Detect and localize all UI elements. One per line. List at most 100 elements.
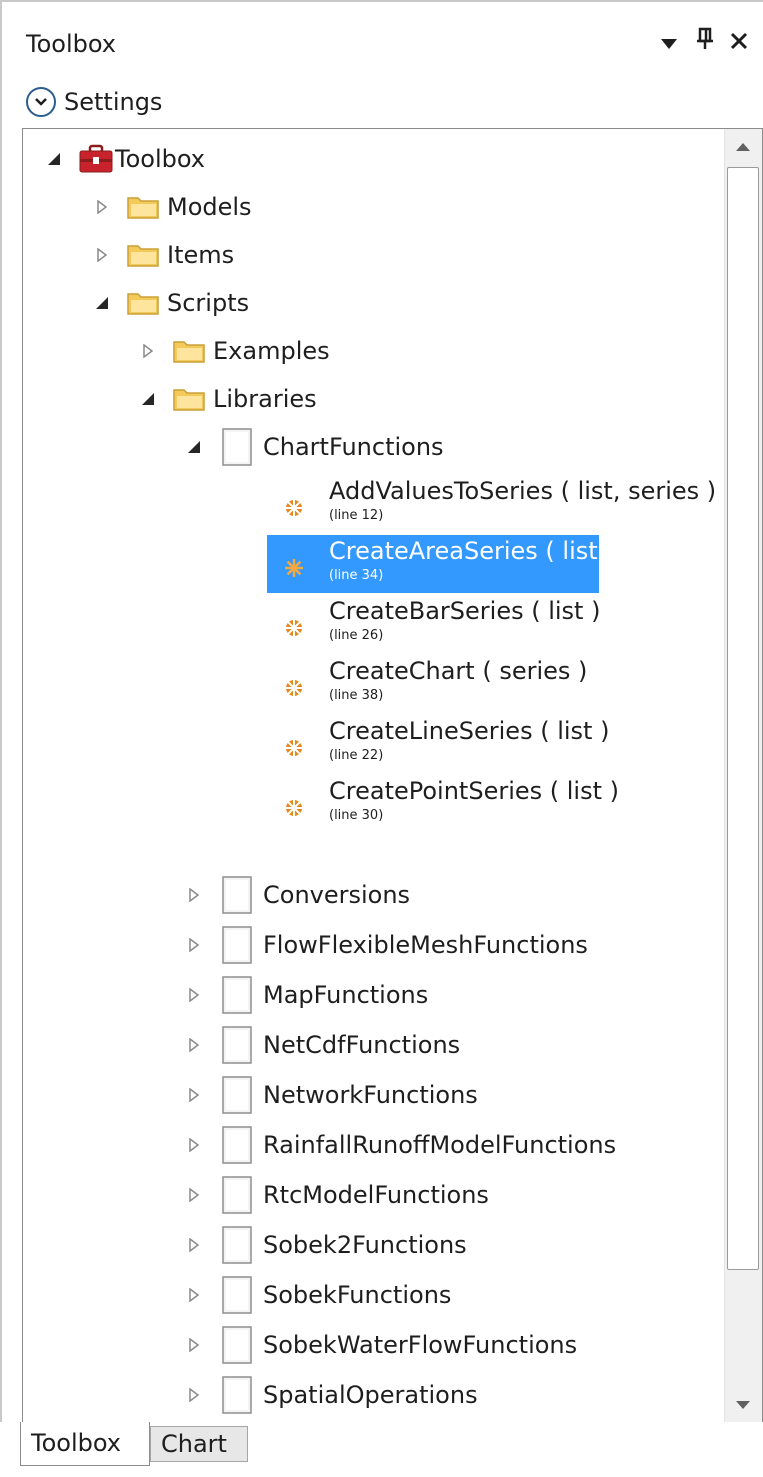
collapsed-arrow-icon[interactable] — [187, 1338, 201, 1352]
tree-item-library[interactable]: NetCdfFunctions — [187, 1025, 460, 1065]
expanded-arrow-icon[interactable] — [141, 392, 155, 406]
script-file-icon — [222, 1026, 252, 1064]
tree-label: Toolbox — [115, 145, 205, 173]
toolbox-tree[interactable]: Toolbox Models Items Scripts Examples Li… — [22, 128, 763, 1424]
collapsed-arrow-icon[interactable] — [187, 988, 201, 1002]
folder-icon — [127, 293, 159, 315]
tree-label: Scripts — [167, 289, 250, 317]
tree-item-examples[interactable]: Examples — [141, 331, 330, 371]
close-icon[interactable] — [724, 26, 754, 60]
toolbox-icon — [79, 144, 113, 173]
tree-item-library[interactable]: FlowFlexibleMeshFunctions — [187, 925, 588, 965]
collapsed-arrow-icon[interactable] — [187, 1188, 201, 1202]
tree-item-library[interactable]: MapFunctions — [187, 975, 428, 1015]
function-line: (line 30) — [329, 808, 384, 823]
tree-label: Conversions — [263, 881, 411, 909]
expanded-arrow-icon[interactable] — [187, 440, 201, 454]
collapsed-arrow-icon[interactable] — [95, 200, 109, 214]
function-name: CreateLineSeries ( list ) — [329, 717, 610, 745]
function-item-createbarseries[interactable]: CreateBarSeries ( list ) (line 26) — [267, 595, 601, 653]
pin-icon[interactable] — [690, 26, 720, 60]
tree-item-library[interactable]: SobekWaterFlowFunctions — [187, 1325, 577, 1365]
panel-title: Toolbox — [26, 30, 116, 58]
bottom-tab-strip: Toolbox Chart — [0, 1422, 763, 1477]
tree-label: Sobek2Functions — [263, 1231, 467, 1259]
expanded-arrow-icon[interactable] — [47, 152, 61, 166]
script-file-icon — [222, 1076, 252, 1114]
tree-item-library[interactable]: Sobek2Functions — [187, 1225, 467, 1265]
settings-toggle[interactable]: Settings — [26, 82, 162, 122]
scroll-down-icon[interactable] — [725, 1385, 761, 1423]
tree-item-scripts[interactable]: Scripts — [95, 283, 249, 323]
tree-label: MapFunctions — [263, 981, 429, 1009]
settings-label: Settings — [64, 88, 163, 116]
script-file-icon — [222, 1126, 252, 1164]
function-item-createpointseries[interactable]: CreatePointSeries ( list ) (line 30) — [267, 775, 619, 833]
scroll-thumb[interactable] — [727, 167, 759, 1270]
function-line: (line 38) — [329, 688, 384, 703]
panel-titlebar: Toolbox — [2, 2, 763, 82]
script-file-icon — [222, 1226, 252, 1264]
function-item-addvaluestoseries[interactable]: AddValuesToSeries ( list, series ) (line… — [267, 475, 716, 533]
function-line: (line 22) — [329, 748, 384, 763]
function-icon — [285, 799, 303, 817]
script-file-icon — [222, 976, 252, 1014]
tree-item-library[interactable]: NetworkFunctions — [187, 1075, 478, 1115]
tree-item-models[interactable]: Models — [95, 187, 252, 227]
tree-item-libraries[interactable]: Libraries — [141, 379, 317, 419]
function-name: CreateChart ( series ) — [329, 657, 588, 685]
tree-label: RainfallRunoffModelFunctions — [263, 1131, 617, 1159]
folder-icon — [173, 389, 205, 411]
collapsed-arrow-icon[interactable] — [187, 1388, 201, 1402]
tree-label: RtcModelFunctions — [263, 1181, 489, 1209]
function-icon — [285, 559, 303, 577]
tree-label: SobekFunctions — [263, 1281, 452, 1309]
tree-item-library[interactable]: Conversions — [187, 875, 410, 915]
tree-label: SobekWaterFlowFunctions — [263, 1331, 578, 1359]
script-file-icon — [222, 926, 252, 964]
tree-item-toolbox[interactable]: Toolbox — [47, 139, 205, 179]
script-file-icon — [222, 428, 252, 466]
tree-item-library[interactable]: RtcModelFunctions — [187, 1175, 489, 1215]
function-name: CreatePointSeries ( list ) — [329, 777, 620, 805]
toolbox-panel: Toolbox Settings Toolbox Models Items Sc… — [0, 0, 763, 1424]
script-file-icon — [222, 1276, 252, 1314]
tree-item-library[interactable]: RainfallRunoffModelFunctions — [187, 1125, 616, 1165]
tab-chart[interactable]: Chart — [150, 1426, 248, 1462]
chevron-down-circle-icon — [26, 87, 56, 117]
function-item-createchart[interactable]: CreateChart ( series ) (line 38) — [267, 655, 599, 713]
tree-label: Libraries — [213, 385, 317, 413]
collapsed-arrow-icon[interactable] — [95, 248, 109, 262]
collapsed-arrow-icon[interactable] — [187, 1088, 201, 1102]
function-item-createlineseries[interactable]: CreateLineSeries ( list ) (line 22) — [267, 715, 609, 773]
collapsed-arrow-icon[interactable] — [187, 938, 201, 952]
function-line: (line 12) — [329, 508, 384, 523]
tree-label: NetCdfFunctions — [263, 1031, 461, 1059]
collapsed-arrow-icon[interactable] — [187, 1038, 201, 1052]
tree-label: Examples — [213, 337, 330, 365]
function-item-createareaseries[interactable]: CreateAreaSeries ( list ) (line 34) — [267, 535, 615, 593]
collapsed-arrow-icon[interactable] — [187, 1288, 201, 1302]
tree-item-chartfunctions[interactable]: ChartFunctions — [187, 427, 444, 467]
dropdown-icon[interactable] — [654, 26, 684, 60]
expanded-arrow-icon[interactable] — [95, 296, 109, 310]
script-file-icon — [222, 1376, 252, 1414]
collapsed-arrow-icon[interactable] — [141, 344, 155, 358]
function-line: (line 26) — [329, 628, 384, 643]
tab-toolbox[interactable]: Toolbox — [20, 1422, 150, 1466]
scroll-up-icon[interactable] — [725, 129, 761, 167]
tree-label: NetworkFunctions — [263, 1081, 478, 1109]
tree-item-library[interactable]: SpatialOperations — [187, 1375, 478, 1415]
script-file-icon — [222, 1176, 252, 1214]
function-line: (line 34) — [329, 568, 384, 583]
folder-icon — [173, 341, 205, 363]
function-name: CreateBarSeries ( list ) — [329, 597, 601, 625]
collapsed-arrow-icon[interactable] — [187, 888, 201, 902]
collapsed-arrow-icon[interactable] — [187, 1138, 201, 1152]
tree-item-library[interactable]: SobekFunctions — [187, 1275, 451, 1315]
tree-label: Models — [167, 193, 252, 221]
collapsed-arrow-icon[interactable] — [187, 1238, 201, 1252]
tree-label: Items — [167, 241, 235, 269]
tree-item-items[interactable]: Items — [95, 235, 234, 275]
vertical-scrollbar[interactable] — [724, 129, 762, 1423]
